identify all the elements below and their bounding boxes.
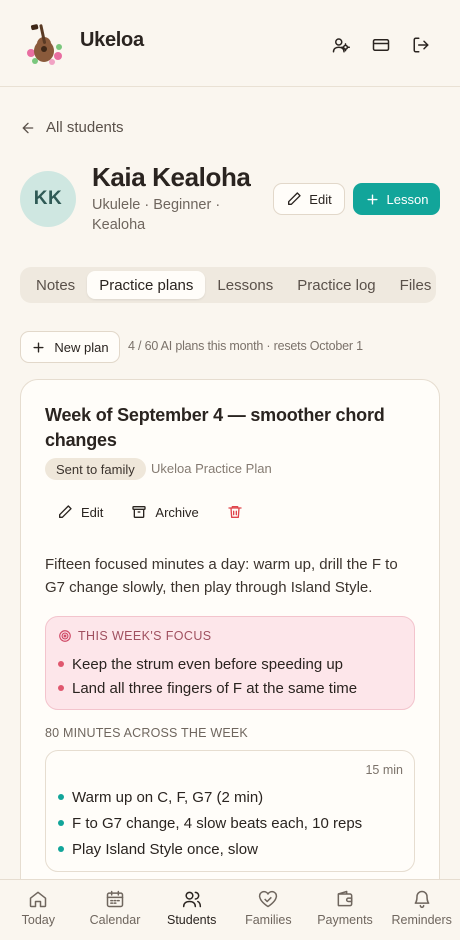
- student-name: Kaia Kealoha: [92, 162, 251, 192]
- focus-item-text: Keep the strum even before speeding up: [72, 655, 344, 673]
- plan-description: Fifteen focused minutes a day: warm up, …: [45, 556, 398, 596]
- ai-plan-usage: 4 / 60 AI plans this month · resets Octo…: [128, 339, 363, 353]
- nav-families[interactable]: Families: [230, 880, 307, 940]
- users-icon[interactable]: [332, 36, 350, 54]
- edit-plan-button[interactable]: Edit: [57, 504, 103, 520]
- header-actions: [332, 36, 430, 54]
- heart-handshake-icon: [258, 889, 278, 909]
- nav-label: Payments: [317, 913, 373, 927]
- tab-notes[interactable]: Notes: [24, 271, 87, 299]
- archive-plan-label: Archive: [155, 504, 199, 520]
- wallet-icon: [335, 889, 355, 909]
- users-icon: [182, 889, 202, 909]
- target-icon: [58, 629, 72, 643]
- list-item: Land all three fingers of F at the same …: [58, 676, 357, 700]
- nav-label: Reminders: [391, 913, 452, 927]
- weekly-focus-heading: THIS WEEK'S FOCUS: [58, 629, 212, 643]
- top-bar: Ukeloa: [0, 0, 460, 87]
- exercise-item-text: Warm up on C, F, G7 (2 min): [72, 788, 264, 806]
- card-icon[interactable]: [372, 36, 390, 54]
- nav-today[interactable]: Today: [0, 880, 77, 940]
- home-icon: [28, 889, 48, 909]
- exercise-item-text: Play Island Style once, slow: [72, 840, 258, 858]
- weekly-minutes-label: 80 MINUTES ACROSS THE WEEK: [45, 726, 248, 740]
- pencil-icon: [286, 191, 302, 207]
- edit-student-button[interactable]: Edit: [273, 183, 345, 215]
- bullet-dot: [58, 820, 64, 826]
- ukulele-logo-icon: [22, 20, 66, 66]
- trash-icon: [227, 504, 243, 520]
- tab-files[interactable]: Files: [388, 271, 444, 299]
- status-badge: Sent to family: [45, 458, 146, 480]
- plan-title: Week of September 4 — smoother chord cha…: [45, 405, 385, 450]
- bullet-dot: [58, 794, 64, 800]
- nav-students[interactable]: Students: [153, 880, 230, 940]
- add-lesson-button[interactable]: Lesson: [353, 183, 440, 215]
- student-avatar: KK: [20, 171, 76, 227]
- list-item: F to G7 change, 4 slow beats each, 10 re…: [58, 810, 362, 836]
- focus-list: Keep the strum even before speeding up L…: [58, 652, 357, 700]
- bullet-dot: [58, 846, 64, 852]
- exercise-duration: 15 min: [365, 763, 403, 777]
- nav-calendar[interactable]: Calendar: [77, 880, 154, 940]
- new-plan-label: New plan: [54, 339, 109, 355]
- focus-heading-label: THIS WEEK'S FOCUS: [78, 629, 212, 643]
- tab-practice-plans[interactable]: Practice plans: [87, 271, 206, 299]
- tab-practice-log[interactable]: Practice log: [285, 271, 387, 299]
- app-title: Ukeloa: [80, 28, 144, 51]
- student-tabs: Notes Practice plans Lessons Practice lo…: [20, 267, 436, 303]
- list-item: Play Island Style once, slow: [58, 836, 362, 862]
- bullet-dot: [58, 661, 64, 667]
- new-plan-button[interactable]: New plan: [20, 331, 120, 363]
- back-link-label: All students: [46, 119, 124, 136]
- bell-icon: [412, 889, 432, 909]
- list-item: Keep the strum even before speeding up: [58, 652, 357, 676]
- edit-student-label: Edit: [309, 191, 332, 207]
- bottom-nav: Today Calendar Students Families Payment…: [0, 879, 460, 940]
- plus-icon: [365, 192, 380, 207]
- nav-reminders[interactable]: Reminders: [383, 880, 460, 940]
- archive-plan-button[interactable]: Archive: [131, 504, 199, 520]
- edit-plan-label: Edit: [81, 504, 104, 520]
- plan-actions: Edit Archive: [57, 504, 243, 520]
- plan-source: Ukeloa Practice Plan: [151, 461, 272, 476]
- add-lesson-label: Lesson: [386, 191, 429, 207]
- delete-plan-button[interactable]: [227, 504, 243, 520]
- calendar-icon: [105, 889, 125, 909]
- nav-label: Today: [21, 913, 56, 927]
- plus-icon: [31, 340, 46, 355]
- tab-lessons[interactable]: Lessons: [205, 271, 285, 299]
- nav-label: Students: [167, 913, 217, 927]
- archive-icon: [131, 504, 147, 520]
- bullet-dot: [58, 685, 64, 691]
- logout-icon[interactable]: [412, 36, 430, 54]
- exercise-list: Warm up on C, F, G7 (2 min) F to G7 chan…: [58, 784, 362, 862]
- focus-item-text: Land all three fingers of F at the same …: [72, 679, 358, 697]
- list-item: Warm up on C, F, G7 (2 min): [58, 784, 362, 810]
- pencil-icon: [57, 504, 73, 520]
- exercise-item-text: F to G7 change, 4 slow beats each, 10 re…: [72, 814, 363, 832]
- nav-payments[interactable]: Payments: [307, 880, 384, 940]
- nav-label: Families: [245, 913, 292, 927]
- nav-label: Calendar: [89, 913, 141, 927]
- back-to-students-link[interactable]: All students: [20, 119, 124, 136]
- arrow-left-icon: [20, 120, 36, 136]
- student-meta: Ukulele · Beginner · Kealoha: [92, 197, 221, 233]
